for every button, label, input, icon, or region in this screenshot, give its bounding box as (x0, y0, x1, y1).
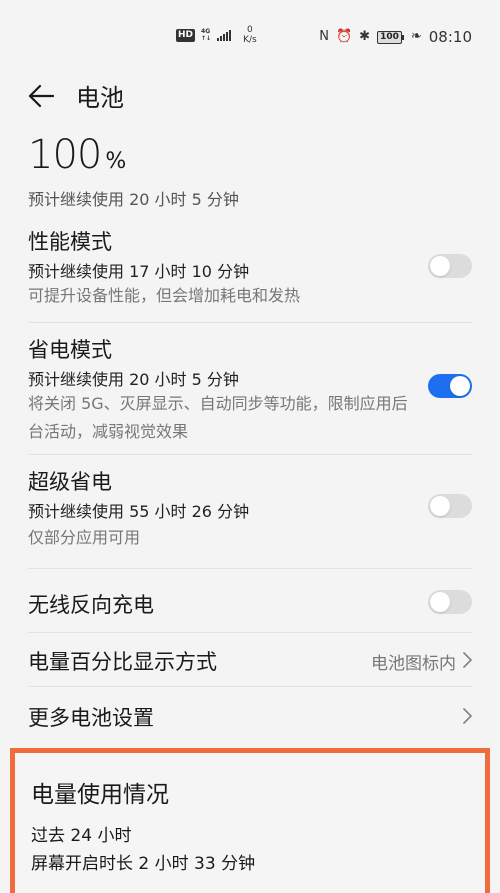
battery-percent-symbol: % (105, 149, 127, 174)
app-header: 电池 (28, 78, 124, 113)
chevron-right-icon (463, 652, 472, 668)
battery-percentage-display-value: 电池图标内 (371, 654, 456, 674)
power-saving-mode-title: 省电模式 (28, 338, 112, 362)
performance-mode-desc: 可提升设备性能，但会增加耗电和发热 (28, 286, 301, 305)
status-bar: HD 4G ↑↓ 0 K/s N ⏰ ✱ 100 ❧ 08:10 (0, 0, 500, 70)
clock: 08:10 (428, 28, 472, 46)
more-battery-settings-row[interactable]: 更多电池设置 (0, 690, 500, 742)
screen-on-time: 屏幕开启时长 2 小时 33 分钟 (31, 854, 256, 874)
power-saving-mode-estimate: 预计继续使用 20 小时 5 分钟 (28, 370, 239, 389)
super-power-saving-title: 超级省电 (28, 470, 112, 494)
divider (28, 322, 472, 323)
bluetooth-icon: ✱ (359, 29, 371, 44)
battery-usage-section[interactable]: 电量使用情况 过去 24 小时 屏幕开启时长 2 小时 33 分钟 (10, 748, 490, 893)
battery-icon: 100 (377, 30, 404, 44)
divider (28, 454, 472, 455)
power-saving-leaf-icon: ❧ (410, 29, 422, 44)
performance-mode-estimate: 预计继续使用 17 小时 10 分钟 (28, 262, 250, 281)
battery-level: 100 (377, 30, 402, 44)
battery-usage-title: 电量使用情况 (31, 782, 169, 808)
network-speed: 0 K/s (243, 25, 257, 45)
wireless-reverse-charging-toggle[interactable] (428, 590, 472, 614)
network-type: 4G ↑↓ (201, 28, 212, 42)
battery-percentage: 100 % (28, 132, 126, 178)
performance-mode-toggle[interactable] (428, 254, 472, 278)
battery-percentage-display-label: 电量百分比显示方式 (28, 650, 217, 674)
wireless-reverse-charging-label: 无线反向充电 (28, 593, 154, 617)
power-saving-mode-desc: 将关闭 5G、灭屏显示、自动同步等功能，限制应用后台活动，减弱视觉效果 (28, 394, 408, 441)
status-right: N ⏰ ✱ 100 ❧ 08:10 (319, 28, 472, 46)
battery-estimate: 预计继续使用 20 小时 5 分钟 (28, 190, 239, 209)
nfc-icon: N (319, 29, 329, 44)
more-battery-settings-label: 更多电池设置 (28, 706, 154, 730)
signal-icon (217, 29, 232, 41)
battery-percent-value: 100 (28, 132, 102, 178)
power-saving-mode-toggle[interactable] (428, 374, 472, 398)
divider (28, 632, 472, 633)
super-power-saving-estimate: 预计继续使用 55 小时 26 分钟 (28, 502, 250, 521)
chevron-right-icon (463, 708, 472, 724)
divider (28, 568, 472, 569)
back-arrow-icon[interactable] (28, 81, 56, 111)
status-left: HD 4G ↑↓ 0 K/s (176, 25, 257, 45)
performance-mode-title: 性能模式 (28, 230, 112, 254)
alarm-icon: ⏰ (335, 29, 353, 44)
divider (28, 686, 472, 687)
page-title: 电池 (76, 84, 124, 112)
super-power-saving-desc: 仅部分应用可用 (28, 528, 141, 547)
battery-percentage-display-row[interactable]: 电量百分比显示方式 电池图标内 (0, 634, 500, 686)
hd-badge: HD (176, 28, 196, 42)
usage-period: 过去 24 小时 (31, 826, 132, 846)
super-power-saving-toggle[interactable] (428, 494, 472, 518)
